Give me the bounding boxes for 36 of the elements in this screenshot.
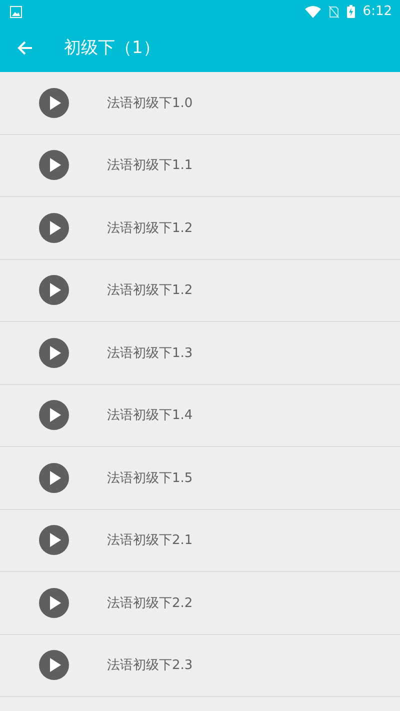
lesson-row[interactable]: 法语初级下1.5	[0, 447, 400, 510]
image-icon	[10, 6, 22, 18]
play-icon[interactable]	[39, 275, 69, 306]
lesson-row[interactable]: 法语初级下1.0	[0, 72, 400, 134]
lesson-title: 法语初级下1.5	[107, 470, 193, 487]
no-sim-icon	[328, 6, 339, 18]
lesson-title: 法语初级下2.3	[107, 657, 193, 674]
lesson-row[interactable]: 法语初级下2.1	[0, 510, 400, 572]
lesson-title: 法语初级下1.0	[107, 94, 193, 112]
lesson-title: 法语初级下2.1	[107, 532, 193, 550]
lesson-row[interactable]: 法语初级下1.1	[0, 134, 400, 197]
lesson-row[interactable]: 法语初级下1.2	[0, 260, 400, 322]
wifi-icon	[304, 6, 321, 18]
status-time: 6:12	[362, 4, 392, 19]
lesson-title: 法语初级下2.2	[107, 594, 193, 612]
play-icon[interactable]	[39, 650, 69, 680]
play-icon[interactable]	[39, 462, 69, 493]
lesson-title: 法语初级下1.4	[107, 407, 193, 424]
play-icon[interactable]	[39, 588, 69, 618]
battery-icon	[346, 5, 355, 18]
lesson-row[interactable]: 法语初级下1.2	[0, 197, 400, 260]
lesson-title: 法语初级下1.1	[107, 157, 193, 174]
screen-title: 初级下（1）	[64, 37, 160, 59]
play-icon[interactable]	[39, 88, 69, 118]
play-icon[interactable]	[39, 338, 69, 368]
lesson-title: 法语初级下1.3	[107, 344, 193, 362]
lesson-row[interactable]: 法语初级下2.3	[0, 634, 400, 697]
lesson-title: 法语初级下1.2	[107, 282, 193, 300]
lesson-title: 法语初级下1.2	[107, 220, 193, 237]
play-icon[interactable]	[39, 150, 69, 180]
lesson-row[interactable]: 法语初级下2.2	[0, 572, 400, 634]
play-icon[interactable]	[39, 212, 69, 243]
lesson-row[interactable]: 法语初级下1.3	[0, 322, 400, 384]
lesson-row[interactable]: 法语初级下1.4	[0, 384, 400, 447]
play-icon[interactable]	[39, 525, 69, 556]
play-icon[interactable]	[39, 400, 69, 430]
